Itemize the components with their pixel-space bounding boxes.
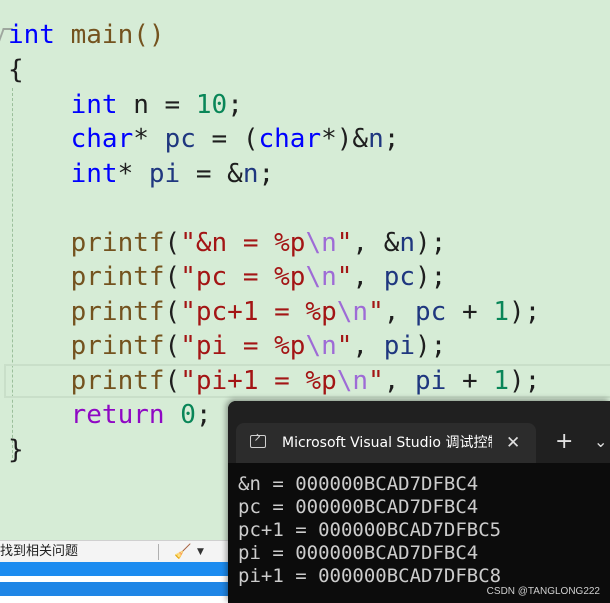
code-line-5: int* pi = &n; [70, 159, 275, 189]
debug-console-window[interactable]: Microsoft Visual Studio 调试控制台 ✕ + ⌄ &n =… [228, 401, 610, 603]
code-line-11: printf("pi+1 = %p\n", pi + 1); [70, 366, 541, 396]
code-line-1: int main() [8, 20, 165, 50]
new-tab-button[interactable]: + [555, 431, 573, 453]
taskbar-strip [0, 562, 235, 603]
issues-status[interactable]: 找到相关问题 [0, 541, 78, 563]
chevron-down-icon[interactable]: ⌄ [594, 431, 607, 453]
console-output-line: pc = 000000BCAD7DFBC4 [238, 496, 479, 518]
code-line-10: printf("pi = %p\n", pi); [70, 331, 447, 361]
chevron-down-icon[interactable]: ▼ [197, 541, 204, 563]
code-line-9: printf("pc+1 = %p\n", pc + 1); [70, 297, 541, 327]
console-output-line: pi+1 = 000000BCAD7DFBC8 [238, 565, 502, 587]
status-separator [158, 544, 159, 560]
code-line-7: printf("&n = %p\n", &n); [70, 228, 447, 258]
console-titlebar: Microsoft Visual Studio 调试控制台 ✕ + ⌄ [228, 401, 610, 463]
code-line-13: } [8, 435, 24, 465]
status-bar: 找到相关问题 🧹 ▼ [0, 540, 235, 563]
code-line-2: { [8, 55, 24, 85]
code-line-3: int n = 10; [70, 90, 243, 120]
console-output-line: pc+1 = 000000BCAD7DFBC5 [238, 519, 502, 541]
code-line-12: return 0; [70, 400, 212, 430]
console-output-line: pi = 000000BCAD7DFBC4 [238, 542, 479, 564]
terminal-icon [250, 435, 266, 448]
broom-icon[interactable]: 🧹 [174, 541, 191, 563]
code-line-4: char* pc = (char*)&n; [70, 124, 400, 154]
code-line-8: printf("pc = %p\n", pc); [70, 262, 447, 292]
console-tab[interactable]: Microsoft Visual Studio 调试控制台 ✕ [236, 423, 536, 463]
console-tab-title: Microsoft Visual Studio 调试控制台 [282, 435, 492, 451]
close-icon[interactable]: ✕ [506, 432, 520, 454]
watermark: CSDN @TANGLONG222 [486, 586, 600, 597]
console-output-line: &n = 000000BCAD7DFBC4 [238, 473, 479, 495]
